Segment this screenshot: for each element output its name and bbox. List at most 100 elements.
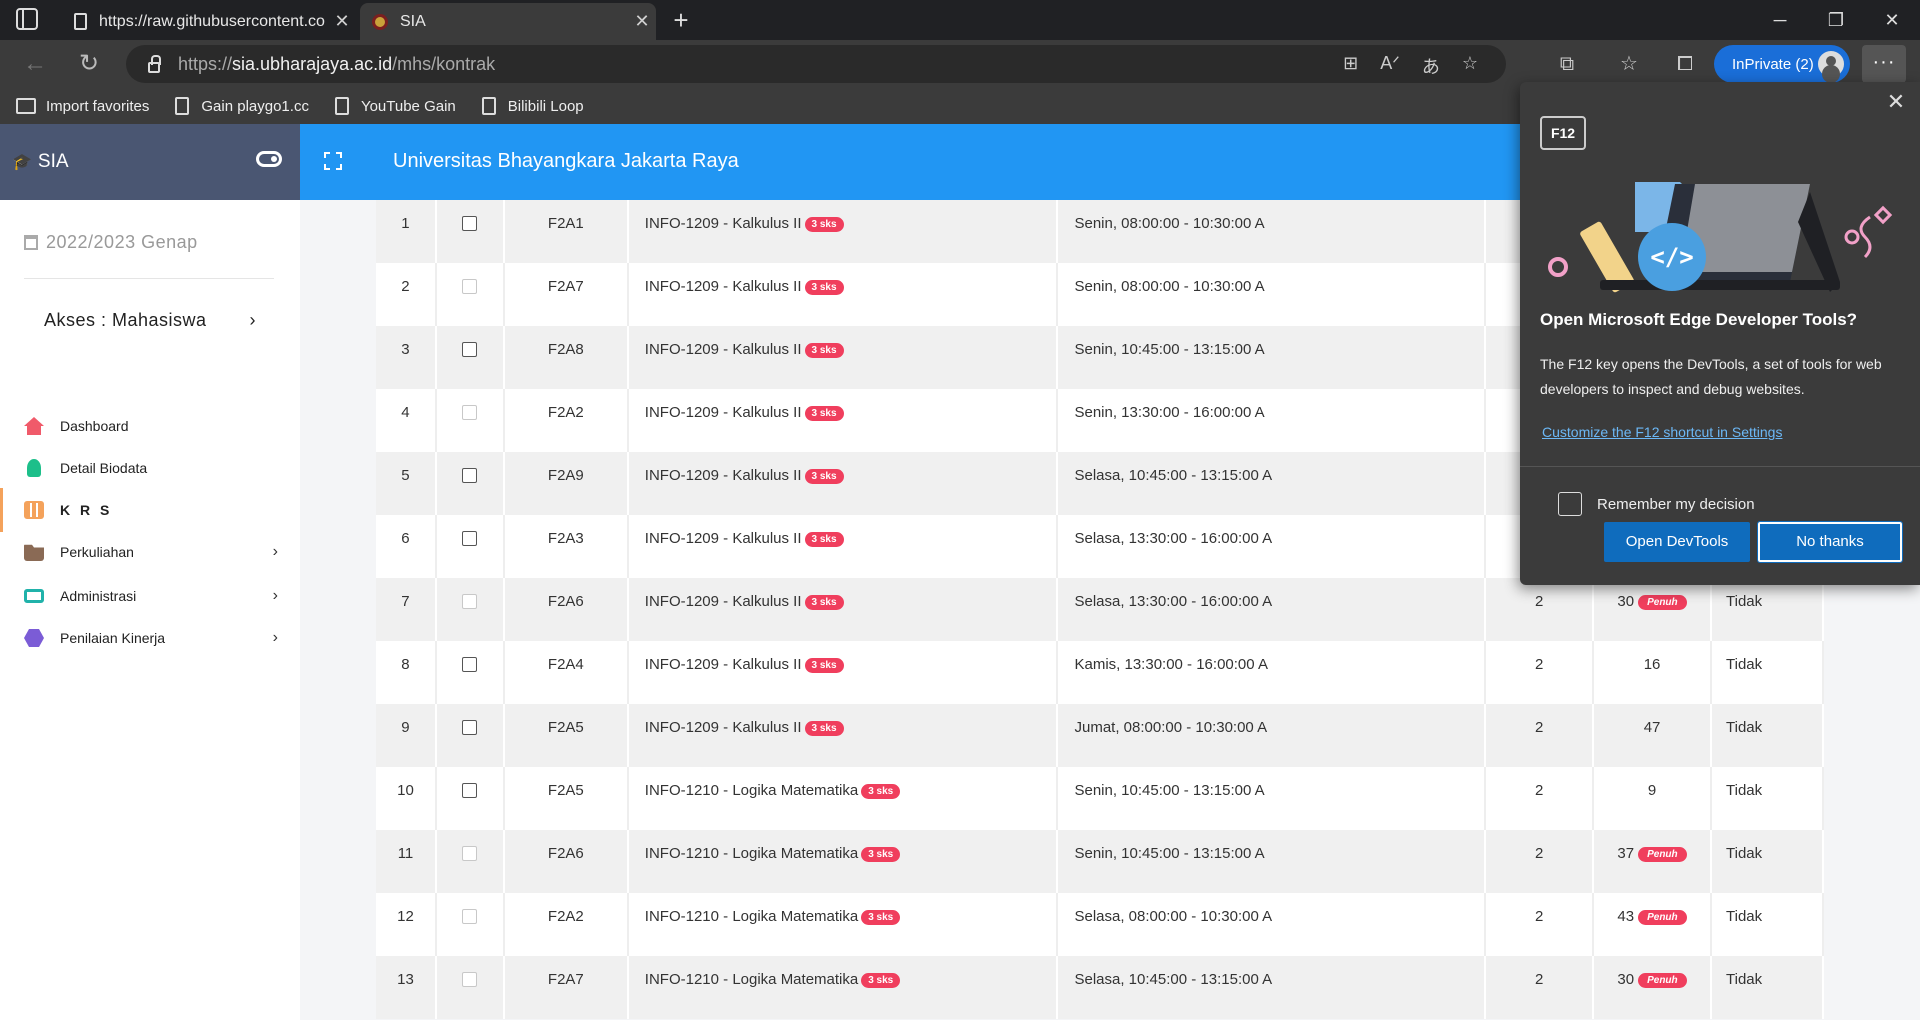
favorite-import[interactable]: Import favorites bbox=[16, 98, 149, 115]
refresh-icon[interactable]: ↻ bbox=[72, 48, 106, 80]
close-icon[interactable]: ✕ bbox=[1882, 88, 1910, 116]
select-checkbox[interactable] bbox=[462, 216, 478, 231]
sidebar-item-krs[interactable]: K R S bbox=[0, 488, 300, 532]
jadwal-cell: Senin, 10:45:00 - 13:15:00 A bbox=[1057, 830, 1487, 893]
select-checkbox[interactable] bbox=[462, 657, 478, 672]
brand-label: SIA bbox=[37, 151, 69, 172]
minimize-icon[interactable]: ─ bbox=[1752, 0, 1808, 40]
read-aloud-icon[interactable]: Aᐟ bbox=[1380, 53, 1400, 79]
sidebar-item-penilaian-kinerja[interactable]: Penilaian Kinerja › bbox=[0, 616, 300, 660]
sks-badge: 3 sks bbox=[804, 342, 844, 358]
graduation-cap-icon: 🎓 bbox=[12, 154, 32, 171]
lock-icon[interactable] bbox=[148, 54, 161, 73]
sks-badge: 3 sks bbox=[804, 216, 844, 232]
matakuliah-name: INFO-1210 - Logika Matematika bbox=[644, 908, 859, 925]
brand: 🎓 SIA bbox=[0, 124, 300, 200]
restore-icon[interactable]: ❐ bbox=[1808, 0, 1864, 40]
status-cell: Tidak bbox=[1711, 956, 1824, 1019]
select-checkbox[interactable] bbox=[462, 468, 478, 483]
home-icon bbox=[24, 417, 44, 435]
table-row: 13 F2A7 INFO-1210 - Logika Matematika 3 sks… bbox=[376, 956, 1824, 1019]
customize-shortcut-link[interactable]: Customize the F12 shortcut in Settings bbox=[1542, 424, 1782, 440]
f12-key-icon: F12 bbox=[1540, 116, 1586, 150]
file-icon bbox=[334, 97, 349, 115]
sks-badge: 3 sks bbox=[804, 279, 844, 295]
toggle-icon[interactable] bbox=[256, 151, 282, 167]
browser-tab-bar: https://raw.githubusercontent.co ✕ SIA ✕… bbox=[0, 0, 1920, 40]
close-icon[interactable]: ✕ bbox=[328, 11, 356, 32]
close-icon[interactable]: ✕ bbox=[628, 11, 656, 32]
fullscreen-icon[interactable] bbox=[324, 152, 342, 170]
sks-cell: 2 bbox=[1485, 641, 1595, 704]
select-checkbox bbox=[462, 405, 478, 420]
matakuliah-cell: INFO-1209 - Kalkulus II 3 sks bbox=[627, 326, 1059, 389]
sks-cell: 2 bbox=[1485, 767, 1595, 830]
divider bbox=[24, 278, 274, 279]
favorite-gain-playgo[interactable]: Gain playgo1.cc bbox=[175, 97, 309, 115]
select-checkbox[interactable] bbox=[462, 720, 478, 735]
money-icon bbox=[24, 589, 44, 603]
kelas-cell: F2A2 bbox=[503, 389, 629, 452]
select-checkbox[interactable] bbox=[462, 783, 478, 798]
status-cell: Tidak bbox=[1711, 704, 1824, 767]
sidebar-item-administrasi[interactable]: Administrasi › bbox=[0, 574, 300, 618]
sidebar-item-perkuliahan[interactable]: Perkuliahan › bbox=[0, 530, 300, 574]
select-checkbox[interactable] bbox=[462, 531, 478, 546]
select-checkbox bbox=[462, 972, 478, 987]
select-checkbox[interactable] bbox=[462, 342, 478, 357]
window-close-icon[interactable]: ✕ bbox=[1864, 0, 1920, 40]
select-cell bbox=[435, 830, 505, 893]
tab-actions-icon[interactable] bbox=[16, 8, 38, 30]
kelas-cell: F2A1 bbox=[503, 200, 629, 263]
select-cell bbox=[435, 956, 505, 1019]
matakuliah-cell: INFO-1209 - Kalkulus II 3 sks bbox=[627, 515, 1059, 578]
kapasitas-cell: 9 bbox=[1593, 767, 1712, 830]
user-icon bbox=[27, 459, 41, 477]
sks-badge: 3 sks bbox=[861, 846, 901, 862]
sidebar-item-dashboard[interactable]: Dashboard bbox=[0, 404, 300, 448]
open-devtools-button[interactable]: Open DevTools bbox=[1604, 522, 1750, 562]
more-menu-button[interactable]: ··· bbox=[1862, 45, 1906, 83]
kapasitas-cell: 30 Penuh bbox=[1593, 578, 1712, 641]
sidebar-item-detail-biodata[interactable]: Detail Biodata bbox=[0, 446, 300, 490]
tab-raw-github[interactable]: https://raw.githubusercontent.co ✕ bbox=[56, 3, 356, 40]
extensions-icon[interactable]: ⧉ bbox=[1552, 50, 1582, 78]
favorite-bilibili-loop[interactable]: Bilibili Loop bbox=[481, 97, 584, 115]
table-row: 10 F2A5 INFO-1210 - Logika Matematika 3 sks… bbox=[376, 767, 1824, 830]
back-arrow-icon[interactable]: ← bbox=[18, 48, 52, 80]
address-input[interactable]: https://sia.ubharajaya.ac.id/mhs/kontrak… bbox=[126, 45, 1506, 83]
translate-icon[interactable]: あ bbox=[1422, 53, 1440, 79]
matakuliah-name: INFO-1209 - Kalkulus II bbox=[644, 341, 802, 358]
select-checkbox bbox=[462, 279, 478, 294]
status-cell: Tidak bbox=[1711, 893, 1824, 956]
row-number: 9 bbox=[376, 704, 437, 767]
new-tab-button[interactable]: + bbox=[664, 3, 698, 37]
checkbox-icon[interactable] bbox=[1558, 492, 1582, 516]
inprivate-button[interactable]: InPrivate (2) bbox=[1714, 45, 1850, 83]
add-favorite-icon[interactable]: ☆ bbox=[1462, 53, 1478, 79]
select-cell bbox=[435, 452, 505, 515]
remember-decision-checkbox[interactable]: Remember my decision bbox=[1558, 492, 1755, 516]
favorite-youtube-gain[interactable]: YouTube Gain bbox=[334, 97, 456, 115]
kelas-cell: F2A3 bbox=[503, 515, 629, 578]
jadwal-cell: Senin, 10:45:00 - 13:15:00 A bbox=[1057, 326, 1487, 389]
devtools-prompt-description: The F12 key opens the DevTools, a set of… bbox=[1540, 356, 1882, 397]
tab-sia[interactable]: SIA ✕ bbox=[360, 3, 656, 40]
favorites-icon[interactable]: ☆ bbox=[1614, 50, 1644, 78]
no-thanks-button[interactable]: No thanks bbox=[1757, 521, 1903, 563]
sks-badge: 3 sks bbox=[804, 468, 844, 484]
row-number: 6 bbox=[376, 515, 437, 578]
cubes-icon bbox=[24, 629, 44, 647]
kelas-cell: F2A6 bbox=[503, 830, 629, 893]
kelas-cell: F2A9 bbox=[503, 452, 629, 515]
select-cell bbox=[435, 263, 505, 326]
sks-badge: 3 sks bbox=[804, 720, 844, 736]
kelas-cell: F2A5 bbox=[503, 767, 629, 830]
calendar-icon bbox=[24, 235, 38, 250]
app-available-icon[interactable]: ⊞ bbox=[1343, 53, 1358, 79]
akses-selector[interactable]: Akses : Mahasiswa › bbox=[44, 310, 256, 331]
collections-icon[interactable]: ⧠ bbox=[1670, 50, 1700, 78]
import-icon bbox=[16, 98, 36, 114]
inprivate-label: InPrivate (2) bbox=[1732, 55, 1814, 73]
kapasitas-cell: 47 bbox=[1593, 704, 1712, 767]
